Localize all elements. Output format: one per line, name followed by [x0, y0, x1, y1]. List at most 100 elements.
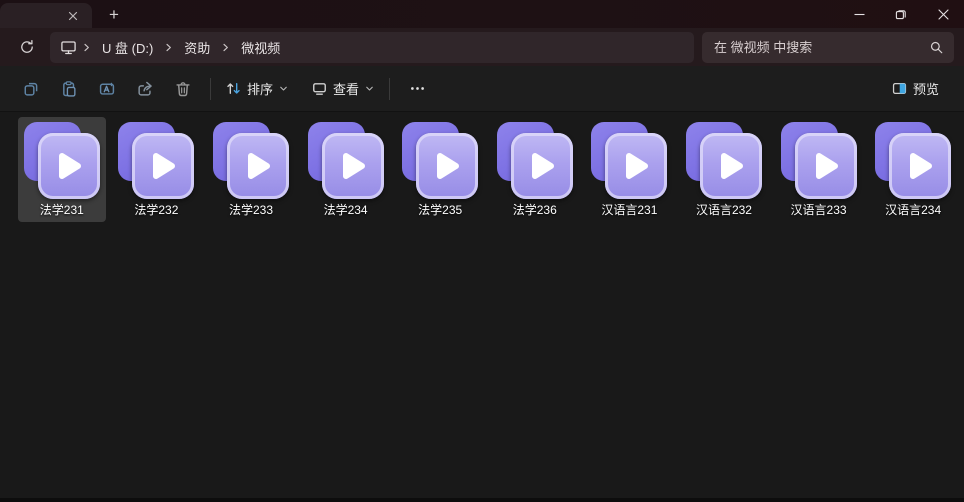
play-icon	[148, 150, 178, 182]
paste-button[interactable]	[50, 72, 88, 106]
video-file-icon	[496, 120, 574, 202]
icon-front-square	[795, 133, 857, 199]
breadcrumb-chevron-icon	[220, 42, 231, 53]
window-controls	[838, 0, 964, 28]
breadcrumb-segment[interactable]: 微视频	[235, 35, 286, 60]
file-name-label: 法学233	[229, 203, 273, 217]
play-icon	[54, 150, 84, 182]
file-name-label: 汉语言234	[885, 203, 941, 217]
search-input[interactable]	[714, 40, 929, 55]
copy-button[interactable]	[12, 72, 50, 106]
restore-icon	[895, 8, 907, 20]
play-icon	[716, 150, 746, 182]
preview-button[interactable]: 预览	[885, 72, 950, 106]
file-tile[interactable]: 法学235	[396, 117, 484, 222]
close-icon	[938, 9, 949, 20]
file-tile[interactable]: 汉语言233	[775, 117, 863, 222]
video-file-icon	[23, 120, 101, 202]
icon-front-square	[38, 133, 100, 199]
search-icon	[929, 40, 944, 55]
icon-front-square	[227, 133, 289, 199]
refresh-icon	[19, 39, 35, 55]
paste-icon	[60, 80, 78, 98]
file-name-label: 汉语言233	[791, 203, 847, 217]
sort-button[interactable]: 排序	[219, 72, 295, 106]
sort-icon	[225, 80, 242, 97]
delete-button[interactable]	[164, 72, 202, 106]
video-file-icon	[685, 120, 763, 202]
view-label: 查看	[333, 79, 359, 98]
file-tile[interactable]: 汉语言231	[586, 117, 674, 222]
video-file-icon	[780, 120, 858, 202]
play-icon	[621, 150, 651, 182]
breadcrumb-segment[interactable]: U 盘 (D:)	[96, 35, 159, 60]
file-name-label: 法学236	[513, 203, 557, 217]
restore-button[interactable]	[880, 0, 922, 28]
address-bar-row: U 盘 (D:) 资助微视频	[0, 28, 964, 66]
command-toolbar: 排序 查看	[0, 66, 964, 112]
icon-front-square	[416, 133, 478, 199]
icon-front-square	[132, 133, 194, 199]
play-icon	[527, 150, 557, 182]
toolbar-separator	[389, 78, 390, 100]
explorer-tab[interactable]	[0, 3, 92, 28]
file-name-label: 法学235	[418, 203, 462, 217]
file-name-label: 法学234	[324, 203, 368, 217]
refresh-button[interactable]	[12, 32, 42, 62]
file-name-label: 法学231	[40, 203, 84, 217]
tab-bar: +	[0, 0, 964, 28]
video-file-icon	[117, 120, 195, 202]
more-options-button[interactable]	[398, 72, 436, 106]
breadcrumb-segment[interactable]: 资助	[178, 35, 216, 60]
icon-front-square	[511, 133, 573, 199]
more-ellipsis-icon	[409, 80, 426, 97]
play-icon	[243, 150, 273, 182]
file-tile[interactable]: 法学232	[113, 117, 201, 222]
rename-button[interactable]	[88, 72, 126, 106]
sort-label: 排序	[247, 79, 273, 98]
rename-icon	[98, 80, 116, 98]
new-tab-button[interactable]: +	[102, 4, 126, 26]
video-file-icon	[590, 120, 668, 202]
preview-pane-icon	[891, 80, 908, 97]
file-tile[interactable]: 法学233	[207, 117, 295, 222]
copy-icon	[22, 80, 40, 98]
share-icon	[136, 80, 154, 98]
this-pc-monitor-icon[interactable]	[60, 39, 77, 56]
file-tile[interactable]: 汉语言234	[869, 117, 957, 222]
minimize-button[interactable]	[838, 0, 880, 28]
close-window-button[interactable]	[922, 0, 964, 28]
play-icon	[338, 150, 368, 182]
close-icon	[68, 11, 78, 21]
file-name-label: 汉语言231	[601, 203, 657, 217]
view-icon	[311, 80, 328, 97]
toolbar-separator	[210, 78, 211, 100]
file-tile[interactable]: 法学231	[18, 117, 106, 222]
view-button[interactable]: 查看	[305, 72, 381, 106]
icon-front-square	[322, 133, 384, 199]
video-file-icon	[401, 120, 479, 202]
play-icon	[811, 150, 841, 182]
minimize-icon	[854, 9, 865, 20]
tab-close-button[interactable]	[64, 7, 82, 25]
chevron-down-icon	[364, 83, 375, 94]
icon-front-square	[700, 133, 762, 199]
file-name-label: 汉语言232	[696, 203, 752, 217]
breadcrumb-chevron-icon	[81, 42, 92, 53]
play-icon	[432, 150, 462, 182]
icon-front-square	[605, 133, 667, 199]
file-tile[interactable]: 法学234	[302, 117, 390, 222]
file-explorer-window: +	[0, 0, 964, 502]
file-grid[interactable]: 法学231 法学232 法学233 法学234 法学235 法学236 汉语言231 汉语言2…	[0, 112, 964, 502]
icon-front-square	[889, 133, 951, 199]
file-tile[interactable]: 汉语言232	[680, 117, 768, 222]
file-tile[interactable]: 法学236	[491, 117, 579, 222]
breadcrumb[interactable]: U 盘 (D:) 资助微视频	[50, 32, 694, 63]
video-file-icon	[212, 120, 290, 202]
share-button[interactable]	[126, 72, 164, 106]
video-file-icon	[307, 120, 385, 202]
chevron-down-icon	[278, 83, 289, 94]
search-box	[702, 32, 954, 63]
trash-icon	[174, 80, 192, 98]
breadcrumb-chevron-icon	[163, 42, 174, 53]
